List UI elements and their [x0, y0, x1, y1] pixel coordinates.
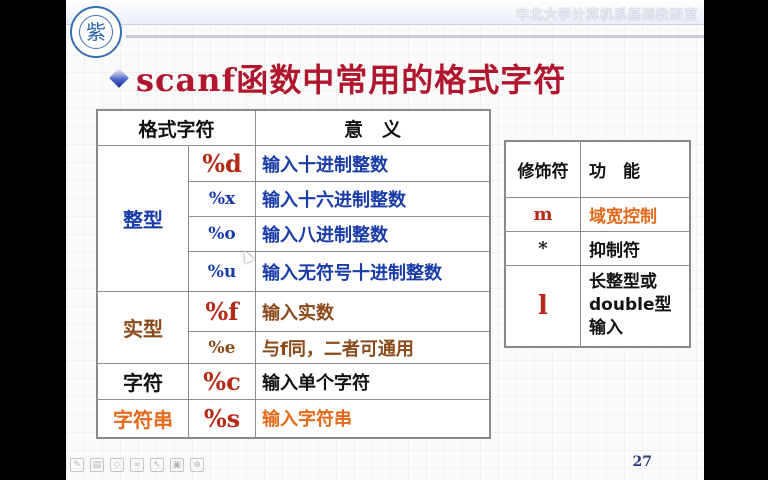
window-icon[interactable]: ▣	[170, 458, 184, 472]
header-function: 功 能	[580, 140, 691, 198]
category-int: 整型	[96, 145, 189, 292]
format-char-table: 格式字符 意 义 整型 %d 输入十进制整数 %x 输入十六进制整数 %o 输入…	[96, 109, 491, 439]
meaning-cell: 输入十进制整数	[255, 145, 491, 182]
format-code: %x	[188, 181, 256, 217]
table-row: l 长整型或double型输入	[504, 264, 691, 348]
meaning-cell: 输入八进制整数	[255, 216, 491, 252]
table-row: 实型 %f 输入实数	[96, 291, 491, 364]
table-row: 修饰符 功 能	[504, 140, 691, 198]
diamond-bullet-icon	[109, 68, 129, 88]
table-row: m 域宽控制	[504, 196, 691, 232]
pen-icon[interactable]: ✎	[70, 458, 84, 472]
slide-title: scanf函数中常用的格式字符	[136, 61, 567, 99]
meaning-cell: 输入字符串	[255, 399, 491, 438]
meaning-cell: 输入实数	[255, 291, 491, 332]
modifier-table: 修饰符 功 能 m 域宽控制 * 抑制符 l 长整型或double型输入	[504, 140, 691, 348]
header-meaning: 意 义	[255, 109, 491, 146]
pointer-icon[interactable]: ↖	[150, 458, 164, 472]
logo-emblem: 紫	[79, 15, 113, 49]
modifier-function: 长整型或double型输入	[580, 264, 691, 348]
slide-icon[interactable]: ▤	[90, 458, 104, 472]
slide: 中北大学计算机系基础教研室 紫 scanf函数中常用的格式字符 格式字符 意 义…	[66, 0, 704, 480]
format-code: %o	[188, 216, 256, 252]
slide-top-bar: 中北大学计算机系基础教研室	[66, 0, 704, 25]
university-logo: 紫	[70, 6, 122, 58]
format-code: %c	[188, 363, 256, 400]
link-icon[interactable]: ∞	[130, 458, 144, 472]
table-row: * 抑制符	[504, 230, 691, 266]
modifier-function: 抑制符	[580, 230, 691, 266]
format-code: %f	[188, 291, 256, 332]
meaning-cell: 输入十六进制整数	[255, 181, 491, 217]
slideshow-toolbar: ✎ ▤ ◇ ∞ ↖ ▣ ⊕	[70, 458, 204, 472]
category-char: 字符	[96, 363, 189, 400]
meaning-cell: 输入单个字符	[255, 363, 491, 400]
page-number: 27	[632, 454, 652, 470]
header-modifier: 修饰符	[504, 140, 581, 198]
department-name: 中北大学计算机系基础教研室	[515, 8, 698, 23]
header-format-char: 格式字符	[96, 109, 256, 146]
modifier-code: m	[504, 196, 581, 232]
table-row: 整型 %d 输入十进制整数	[96, 145, 491, 292]
format-code: %e	[188, 331, 256, 364]
modifier-function: 域宽控制	[580, 196, 691, 232]
format-code: %s	[188, 399, 256, 438]
modifier-code: *	[504, 230, 581, 266]
meaning-cell: 输入无符号十进制整数	[255, 251, 491, 292]
eraser-icon[interactable]: ◇	[110, 458, 124, 472]
title-row: scanf函数中常用的格式字符	[109, 55, 567, 101]
zoom-icon[interactable]: ⊕	[190, 458, 204, 472]
meaning-cell: 与f同，二者可通用	[255, 331, 491, 364]
modifier-code: l	[504, 264, 581, 348]
format-code: %d	[188, 145, 256, 182]
table-row: 字符串 %s 输入字符串	[96, 399, 491, 438]
category-real: 实型	[96, 291, 189, 364]
top-divider	[126, 35, 704, 38]
table-row: 字符 %c 输入单个字符	[96, 363, 491, 400]
category-string: 字符串	[96, 399, 189, 438]
